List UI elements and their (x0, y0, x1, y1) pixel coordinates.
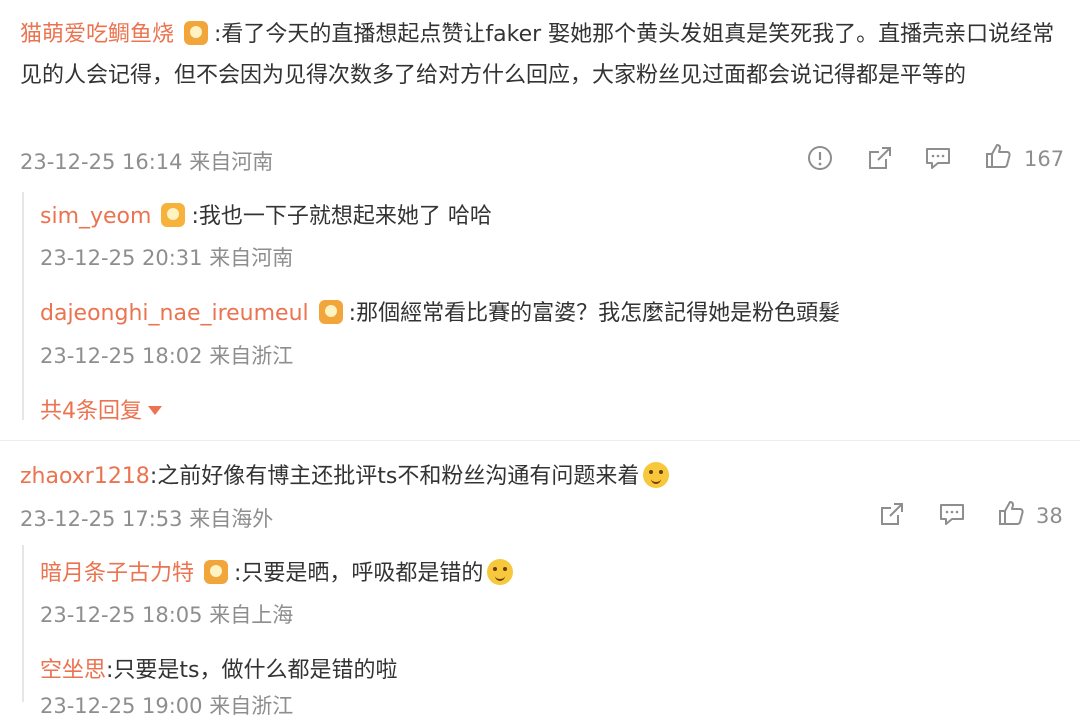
comment-text: :之前好像有博主还批评ts不和粉丝沟通有问题来着 (149, 464, 640, 489)
doge-emoji-icon (643, 462, 670, 488)
reply-meta: 23-12-25 19:00 来自浙江 (40, 694, 294, 718)
share-icon[interactable] (878, 500, 906, 528)
reply-text: :只要是ts，做什么都是错的啦 (106, 658, 398, 683)
reply-thread-bar (22, 192, 24, 420)
comment-icon[interactable] (924, 144, 952, 172)
like-count: 38 (1036, 504, 1063, 528)
report-icon[interactable] (806, 144, 834, 172)
like-icon[interactable] (984, 142, 1012, 170)
like-count: 167 (1024, 147, 1065, 171)
caret-down-icon (148, 406, 162, 415)
more-replies-link[interactable]: 共4条回复 (40, 393, 162, 425)
more-replies-label: 共4条回复 (40, 399, 142, 424)
comment-divider (0, 440, 1080, 441)
fan-badge-icon (161, 203, 186, 227)
comment-username[interactable]: zhaoxr1218 (20, 464, 150, 489)
comment-username[interactable]: 猫萌爱吃鲷鱼烧 (20, 22, 174, 47)
comment-body: 猫萌爱吃鲷鱼烧:看了今天的直播想起点赞让faker 娶她那个黄头发姐真是笑死我了… (20, 14, 1060, 96)
reply-username[interactable]: sim_yeom (40, 204, 151, 229)
doge-emoji-icon (487, 559, 514, 585)
reply-meta: 23-12-25 18:02 来自浙江 (40, 344, 294, 368)
reply-text: :那個經常看比賽的富婆？我怎麼記得她是粉色頭髮 (348, 301, 841, 326)
comment-meta: 23-12-25 16:14 来自河南 (20, 150, 274, 174)
reply-username[interactable]: 暗月条子古力特 (40, 561, 194, 586)
share-icon[interactable] (866, 144, 894, 172)
fan-badge-icon (204, 560, 229, 584)
reply-text: :我也一下子就想起来她了 哈哈 (191, 204, 492, 229)
fan-badge-icon (184, 21, 209, 45)
reply-thread-bar (22, 545, 24, 702)
like-icon[interactable] (997, 499, 1025, 527)
reply-username[interactable]: 空坐思 (40, 658, 106, 683)
reply-meta: 23-12-25 18:05 来自上海 (40, 603, 294, 627)
comment-meta: 23-12-25 17:53 来自海外 (20, 507, 274, 531)
reply-text: :只要是晒，呼吸都是错的 (234, 561, 484, 586)
reply-meta: 23-12-25 20:31 来自河南 (40, 246, 294, 270)
comment-icon[interactable] (938, 500, 966, 528)
reply-username[interactable]: dajeonghi_nae_ireumeul (40, 301, 309, 326)
comment-text: :看了今天的直播想起点赞让faker 娶她那个黄头发姐真是笑死我了。直播壳亲口说… (20, 22, 1055, 88)
fan-badge-icon (318, 300, 343, 324)
